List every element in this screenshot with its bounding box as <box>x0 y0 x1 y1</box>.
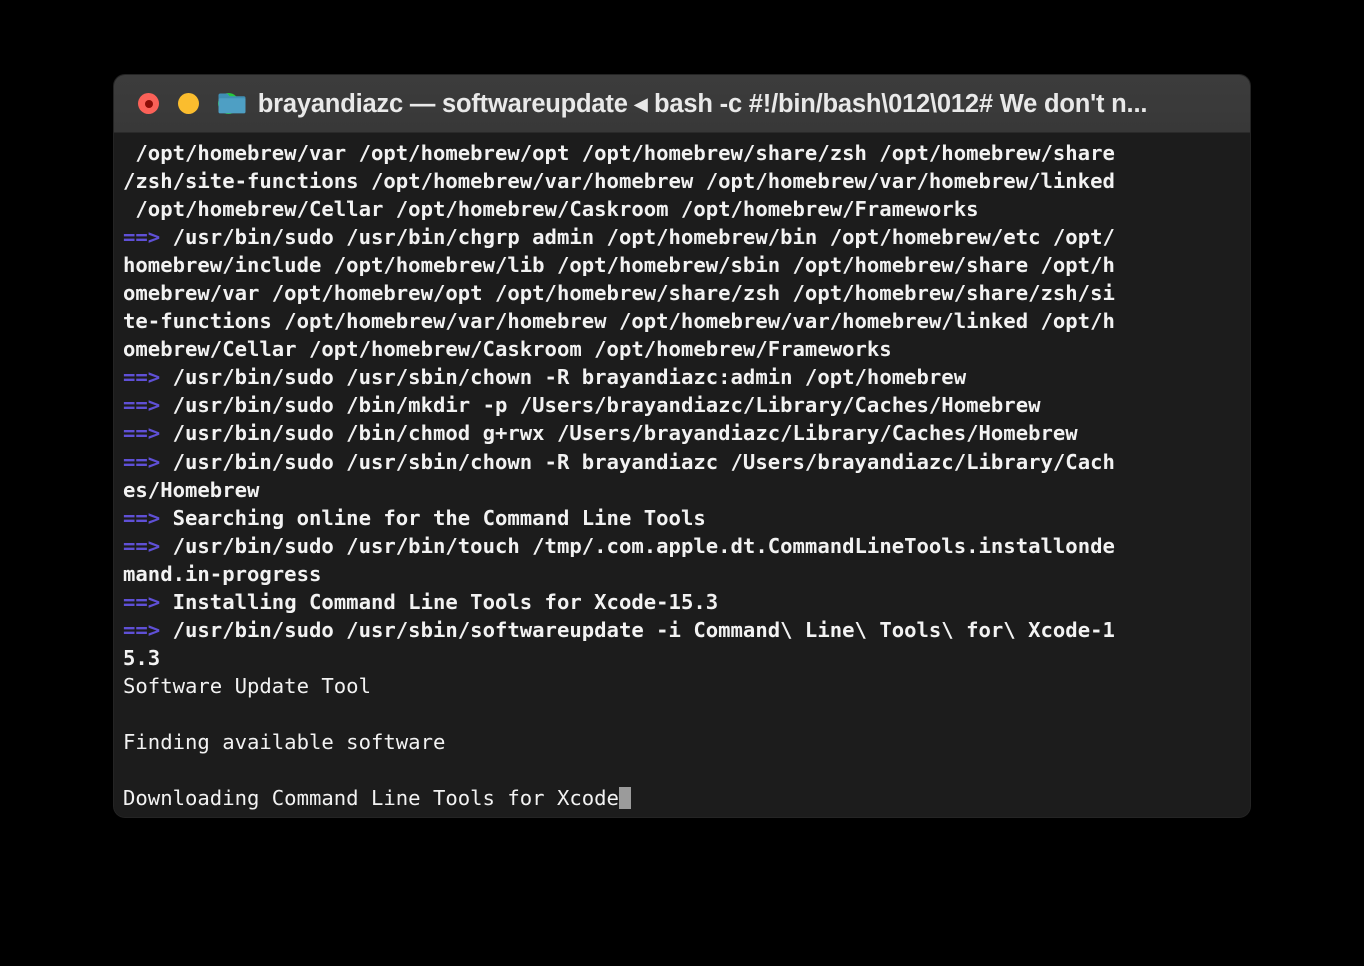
minimize-window-button[interactable] <box>178 93 199 114</box>
homebrew-arrow-prefix: ==> <box>123 505 161 530</box>
terminal-line: /zsh/site-functions /opt/homebrew/var/ho… <box>123 167 1246 195</box>
homebrew-arrow-prefix: ==> <box>123 421 161 446</box>
terminal-line-text: omebrew/Cellar /opt/homebrew/Caskroom /o… <box>123 337 892 362</box>
terminal-window[interactable]: brayandiazc — softwareupdate ◂ bash -c #… <box>114 75 1250 817</box>
terminal-line-text: /usr/bin/sudo /usr/bin/touch /tmp/.com.a… <box>160 533 1115 558</box>
terminal-lines: /opt/homebrew/var /opt/homebrew/opt /opt… <box>114 139 1250 812</box>
homebrew-arrow-prefix: ==> <box>123 589 161 614</box>
terminal-line-text: /usr/bin/sudo /usr/sbin/chown -R brayand… <box>160 449 1115 474</box>
homebrew-arrow-prefix: ==> <box>123 393 161 418</box>
terminal-line: ==> /usr/bin/sudo /bin/chmod g+rwx /User… <box>123 419 1246 447</box>
close-window-button[interactable] <box>138 93 159 114</box>
terminal-line-text: Installing Command Line Tools for Xcode-… <box>160 589 719 614</box>
terminal-line-text: Searching online for the Command Line To… <box>160 505 706 530</box>
terminal-line-text: Software Update Tool <box>123 673 371 698</box>
terminal-line-text: /usr/bin/sudo /usr/sbin/softwareupdate -… <box>160 617 1115 642</box>
terminal-line: omebrew/Cellar /opt/homebrew/Caskroom /o… <box>123 335 1246 363</box>
close-icon <box>144 99 153 108</box>
terminal-line-text: te-functions /opt/homebrew/var/homebrew … <box>123 309 1115 334</box>
terminal-line-text: mand.in-progress <box>123 561 322 586</box>
terminal-line-text: /usr/bin/sudo /bin/mkdir -p /Users/braya… <box>160 393 1041 418</box>
terminal-line: Finding available software <box>123 728 1246 756</box>
terminal-line: ==> /usr/bin/sudo /usr/bin/chgrp admin /… <box>123 223 1246 251</box>
terminal-line: Downloading Command Line Tools for Xcode <box>123 784 1246 812</box>
terminal-cursor <box>618 787 632 810</box>
terminal-line-text: omebrew/var /opt/homebrew/opt /opt/homeb… <box>123 281 1115 306</box>
homebrew-arrow-prefix: ==> <box>123 533 161 558</box>
terminal-line-text: /opt/homebrew/var /opt/homebrew/opt /opt… <box>123 141 1115 165</box>
homebrew-arrow-prefix: ==> <box>123 617 161 642</box>
terminal-line-text: Downloading Command Line Tools for Xcode <box>123 786 619 811</box>
terminal-line-text: /usr/bin/sudo /bin/chmod g+rwx /Users/br… <box>160 421 1078 446</box>
maximize-window-button[interactable] <box>218 93 239 114</box>
terminal-line-text: /usr/bin/sudo /usr/sbin/chown -R brayand… <box>160 365 967 390</box>
window-title: brayandiazc — softwareupdate ◂ bash -c #… <box>257 89 1148 118</box>
homebrew-arrow-prefix: ==> <box>123 365 161 390</box>
terminal-line: ==> /usr/bin/sudo /usr/sbin/chown -R bra… <box>123 363 1246 391</box>
terminal-line: ==> /usr/bin/sudo /bin/mkdir -p /Users/b… <box>123 391 1246 419</box>
terminal-line: omebrew/var /opt/homebrew/opt /opt/homeb… <box>123 279 1246 307</box>
terminal-line-text: 5.3 <box>123 645 161 670</box>
terminal-line: ==> /usr/bin/sudo /usr/sbin/softwareupda… <box>123 616 1246 644</box>
terminal-line: Software Update Tool <box>123 672 1246 700</box>
terminal-line-text: /zsh/site-functions /opt/homebrew/var/ho… <box>123 169 1115 194</box>
terminal-line-text: homebrew/include /opt/homebrew/lib /opt/… <box>123 253 1115 278</box>
terminal-output-area[interactable]: /opt/homebrew/var /opt/homebrew/opt /opt… <box>114 133 1250 817</box>
terminal-line: ==> /usr/bin/sudo /usr/sbin/chown -R bra… <box>123 448 1246 476</box>
terminal-line: ==> Searching online for the Command Lin… <box>123 504 1246 532</box>
window-controls <box>138 93 239 114</box>
homebrew-arrow-prefix: ==> <box>123 449 161 474</box>
terminal-line-text: Finding available software <box>123 729 446 754</box>
terminal-line: /opt/homebrew/Cellar /opt/homebrew/Caskr… <box>123 195 1246 223</box>
homebrew-arrow-prefix: ==> <box>123 225 161 250</box>
terminal-line: homebrew/include /opt/homebrew/lib /opt/… <box>123 251 1246 279</box>
window-title-group: brayandiazc — softwareupdate ◂ bash -c #… <box>114 89 1250 119</box>
terminal-line: ==> Installing Command Line Tools for Xc… <box>123 588 1246 616</box>
terminal-line-text: es/Homebrew <box>123 477 260 502</box>
window-title-bar[interactable]: brayandiazc — softwareupdate ◂ bash -c #… <box>114 75 1250 133</box>
terminal-line: 5.3 <box>123 644 1246 672</box>
terminal-line: ==> /usr/bin/sudo /usr/bin/touch /tmp/.c… <box>123 532 1246 560</box>
terminal-line-text: /usr/bin/sudo /usr/bin/chgrp admin /opt/… <box>160 225 1115 250</box>
terminal-line: /opt/homebrew/var /opt/homebrew/opt /opt… <box>123 139 1246 167</box>
terminal-line: te-functions /opt/homebrew/var/homebrew … <box>123 307 1246 335</box>
terminal-line: mand.in-progress <box>123 560 1246 588</box>
terminal-line-text: /opt/homebrew/Cellar /opt/homebrew/Caskr… <box>123 197 979 222</box>
terminal-line: es/Homebrew <box>123 476 1246 504</box>
